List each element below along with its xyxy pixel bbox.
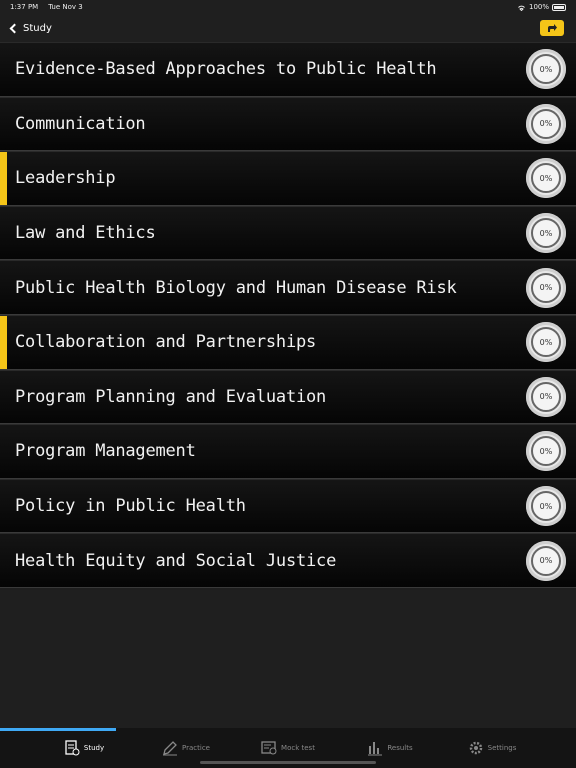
progress-ring: 0%: [526, 158, 566, 199]
study-icon: [65, 740, 80, 756]
battery-percent: 100%: [528, 3, 549, 11]
topic-row[interactable]: Law and Ethics 0%: [0, 205, 576, 261]
gear-icon: [469, 741, 482, 755]
progress-ring: 0%: [526, 267, 566, 308]
topic-row[interactable]: Collaboration and Partnerships 0%: [0, 314, 576, 370]
topic-title: Collaboration and Partnerships: [15, 332, 317, 353]
pencil-icon: [163, 741, 178, 756]
progress-value: 0%: [531, 54, 561, 85]
topic-row[interactable]: Leadership 0%: [0, 151, 576, 206]
topic-title: Program Management: [15, 441, 196, 462]
tab-label: Settings: [487, 744, 517, 752]
topic-row[interactable]: Policy in Public Health 0%: [0, 478, 576, 534]
topic-row[interactable]: Communication 0%: [0, 96, 576, 152]
progress-value: 0%: [531, 327, 561, 358]
topic-title: Evidence-Based Approaches to Public Heal…: [15, 59, 437, 80]
tab-indicator: [0, 728, 116, 731]
battery-icon: [552, 3, 566, 11]
back-label: Study: [23, 22, 52, 34]
tab-settings[interactable]: Settings: [441, 728, 543, 768]
progress-ring: 0%: [526, 322, 566, 363]
tab-label: Practice: [182, 744, 210, 752]
tab-bar: Study Practice Mock test Results Setting…: [0, 728, 576, 768]
topic-title: Leadership: [15, 168, 116, 189]
highlight-marker: [0, 315, 7, 369]
arrow-forward-icon: [548, 24, 557, 32]
progress-ring: 0%: [526, 103, 566, 144]
progress-value: 0%: [531, 108, 561, 139]
share-button[interactable]: [540, 20, 564, 36]
topic-row[interactable]: Health Equity and Social Justice 0%: [0, 533, 576, 588]
progress-value: 0%: [531, 491, 561, 522]
progress-value: 0%: [531, 381, 561, 412]
wifi-icon: [518, 5, 525, 11]
progress-ring: 0%: [526, 486, 566, 527]
topic-title: Law and Ethics: [15, 223, 156, 244]
status-indicators: 100%: [517, 3, 566, 11]
back-button[interactable]: Study: [8, 23, 52, 34]
progress-ring: 0%: [526, 213, 566, 254]
tab-label: Results: [387, 744, 413, 752]
status-time: 1:37 PM: [10, 3, 39, 11]
progress-value: 0%: [531, 436, 561, 467]
topic-title: Public Health Biology and Human Disease …: [15, 277, 457, 298]
progress-ring: 0%: [526, 540, 566, 581]
progress-ring: 0%: [526, 376, 566, 417]
mock-test-icon: [261, 741, 277, 755]
tab-label: Mock test: [281, 744, 315, 752]
highlight-marker: [0, 152, 7, 205]
status-date: Tue Nov 3: [48, 3, 83, 11]
progress-value: 0%: [531, 163, 561, 194]
topic-list: Evidence-Based Approaches to Public Heal…: [0, 42, 576, 588]
progress-ring: 0%: [526, 49, 566, 90]
progress-value: 0%: [531, 272, 561, 303]
bar-chart-icon: [368, 742, 383, 756]
nav-bar: Study: [0, 14, 576, 42]
topic-title: Health Equity and Social Justice: [15, 550, 337, 571]
tab-study[interactable]: Study: [33, 728, 135, 768]
topic-row[interactable]: Public Health Biology and Human Disease …: [0, 260, 576, 315]
topic-row[interactable]: Program Planning and Evaluation 0%: [0, 369, 576, 425]
progress-ring: 0%: [526, 431, 566, 472]
progress-value: 0%: [531, 545, 561, 576]
tab-label: Study: [83, 744, 105, 752]
progress-value: 0%: [531, 218, 561, 249]
status-bar: 1:37 PM Tue Nov 3 100%: [0, 0, 576, 14]
topic-row[interactable]: Evidence-Based Approaches to Public Heal…: [0, 42, 576, 97]
topic-title: Communication: [15, 113, 146, 134]
chevron-left-icon: [9, 23, 20, 33]
home-indicator: [200, 761, 376, 764]
topic-title: Program Planning and Evaluation: [15, 386, 327, 407]
topic-row[interactable]: Program Management 0%: [0, 424, 576, 479]
topic-title: Policy in Public Health: [15, 496, 246, 517]
